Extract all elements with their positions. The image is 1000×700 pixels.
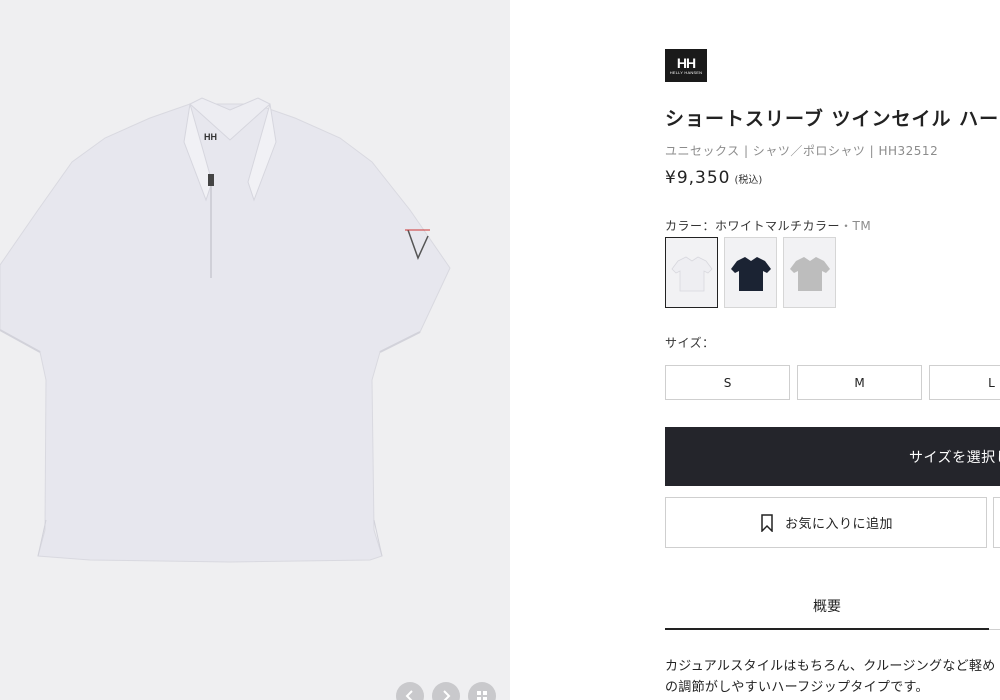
size-option-m[interactable]: M [797,365,922,400]
gallery-controls [396,682,496,700]
next-image-button[interactable] [432,682,460,700]
color-name: カラー：ホワイトマルチカラー [665,219,841,233]
add-to-favorites-label: お気に入りに追加 [784,517,893,532]
product-title: ショートスリーブ ツインセイル ハーフ [665,108,1000,130]
description-line: カジュアルスタイルはもちろん、クルージングなど軽め [665,659,996,674]
product-category-breadcrumb: ユニセックス | シャツ／ポロシャツ | HH32512 [665,144,939,158]
description-line: の調節がしやすいハーフジップタイプです。 [665,680,929,695]
color-swatches [665,237,836,308]
bookmark-icon [761,513,773,532]
svg-text:HH: HH [204,132,217,142]
size-label: サイズ： [665,336,715,350]
logo-mark: HH [676,54,696,71]
add-to-cart-button[interactable]: サイズを選択し [665,427,1000,486]
grid-view-button[interactable] [468,682,496,700]
logo-subtitle: HELLY HANSEN [669,69,703,75]
product-gallery: HH [0,0,510,700]
add-to-favorites-button[interactable]: お気に入りに追加 [665,497,987,548]
add-to-cart-label: サイズを選択し [909,449,1000,466]
shirt-thumbnail [789,256,830,291]
tab-overview[interactable]: 概要 [665,594,989,630]
color-label: カラー：ホワイトマルチカラー・TM [665,217,871,234]
product-info: HH HELLY HANSEN ショートスリーブ ツインセイル ハーフ ユニセッ… [665,0,1000,700]
product-description: カジュアルスタイルはもちろん、クルージングなど軽め の調節がしやすいハーフジップ… [665,656,1000,698]
secondary-action-button[interactable] [993,497,1000,548]
brand-logo[interactable]: HH HELLY HANSEN [665,49,707,82]
chevron-right-icon [443,690,451,700]
color-code: ・TM [840,219,872,233]
swatch-gray[interactable] [783,237,836,308]
product-price: ¥9,350 (税込) [665,168,762,188]
size-option-l[interactable]: L [929,365,1000,400]
swatch-white[interactable] [665,237,718,308]
tab-active-indicator [665,628,989,630]
chevron-left-icon [405,690,413,700]
prev-image-button[interactable] [396,682,424,700]
tab-divider [989,629,1000,630]
price-value: ¥9,350 [665,168,731,188]
size-options: S M L [665,365,1000,400]
size-option-s[interactable]: S [665,365,790,400]
tax-note: (税込) [734,175,763,186]
swatch-navy[interactable] [724,237,777,308]
grid-icon [477,691,487,700]
shirt-thumbnail [730,256,771,291]
shirt-thumbnail [670,256,713,291]
info-tabs: 概要 [665,594,1000,630]
product-image[interactable]: HH [0,90,460,570]
